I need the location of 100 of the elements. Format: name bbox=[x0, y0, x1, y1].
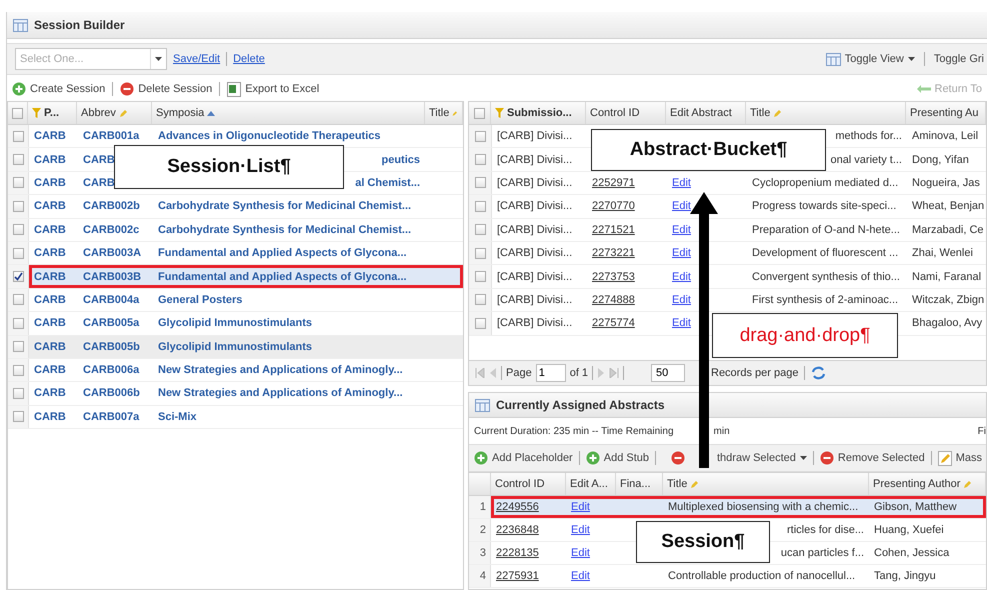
row-checkbox[interactable] bbox=[12, 341, 24, 352]
row-checkbox[interactable] bbox=[474, 271, 486, 282]
edit-link[interactable]: Edit bbox=[571, 547, 590, 559]
control-id-link[interactable]: 2271521 bbox=[592, 224, 635, 236]
column-header[interactable]: Edit Abstract bbox=[666, 102, 746, 124]
session-select[interactable]: Select One... bbox=[16, 49, 150, 69]
first-page-icon[interactable] bbox=[475, 368, 485, 378]
toolbar-button[interactable]: Export to Excel bbox=[224, 80, 322, 98]
author-cell: Nogueira, Jas bbox=[912, 176, 980, 189]
program-cell: CARB bbox=[34, 270, 66, 283]
row-checkbox[interactable] bbox=[12, 248, 24, 259]
table-row[interactable]: 2249556 Edit Multiplexed biosensing with a chemic... Gibson, Matthew bbox=[491, 496, 986, 518]
row-checkbox[interactable] bbox=[12, 130, 24, 142]
submission-cell: [CARB] Divisi... bbox=[497, 130, 572, 142]
action-link[interactable]: Save/Edit bbox=[173, 53, 220, 65]
table-row[interactable]: CARB CARB006a New Strategies and Applications of Aminogly... bbox=[29, 358, 463, 382]
edit-link[interactable]: Edit bbox=[672, 247, 691, 260]
column-header[interactable]: Control ID bbox=[586, 102, 666, 124]
column-header[interactable]: Fina... bbox=[616, 473, 663, 495]
edit-link[interactable]: Edit bbox=[672, 270, 691, 283]
control-id-link[interactable]: 2273221 bbox=[592, 247, 635, 260]
edit-link[interactable]: Edit bbox=[672, 200, 691, 212]
table-row[interactable]: CARB CARB006b New Strategies and Applications of Aminogly... bbox=[29, 382, 463, 405]
table-row[interactable]: CARB CARB007a Sci-Mix bbox=[29, 406, 463, 428]
row-checkbox[interactable] bbox=[12, 294, 24, 306]
toolbar-button[interactable]: thdraw Selected bbox=[668, 449, 810, 467]
edit-link[interactable]: Edit bbox=[672, 317, 691, 330]
refresh-icon[interactable] bbox=[811, 366, 826, 380]
row-checkbox[interactable] bbox=[474, 294, 486, 306]
header-checkbox[interactable] bbox=[12, 108, 23, 118]
row-checkbox[interactable] bbox=[474, 200, 486, 212]
row-checkbox[interactable] bbox=[474, 130, 486, 142]
column-header[interactable]: Edit A... bbox=[566, 473, 616, 495]
column-header[interactable]: Title bbox=[663, 473, 869, 495]
control-id-link[interactable]: 2270770 bbox=[592, 200, 635, 212]
table-row[interactable]: CARB CARB002b Carbohydrate Synthesis for Medicinal Chemist... bbox=[29, 195, 463, 218]
column-header[interactable]: P... bbox=[28, 102, 77, 124]
edit-link[interactable]: Edit bbox=[571, 501, 590, 513]
last-page-icon[interactable] bbox=[609, 368, 620, 378]
toggle-button[interactable]: Toggle View bbox=[822, 50, 918, 68]
author-cell: Wheat, Benjan bbox=[912, 200, 984, 212]
table-row[interactable]: CARB CARB001a Advances in Oligonucleotide Therapeutics bbox=[29, 125, 463, 148]
column-header[interactable]: Presenting Au bbox=[906, 102, 986, 124]
table-row[interactable]: CARB CARB005a Glycolipid Immunostimulants bbox=[29, 312, 463, 335]
control-id-link[interactable]: 2249556 bbox=[496, 501, 539, 513]
table-row[interactable]: CARB CARB003B Fundamental and Applied Aspects of Glycona... bbox=[29, 265, 463, 288]
column-header[interactable]: Presenting Author bbox=[869, 473, 986, 495]
action-link[interactable]: Delete bbox=[233, 53, 265, 65]
column-header[interactable]: Abbrev bbox=[77, 102, 152, 124]
control-id-link[interactable]: 2273753 bbox=[592, 270, 635, 283]
previous-page-icon[interactable] bbox=[489, 368, 497, 378]
table-row[interactable]: CARB CARB004a General Posters bbox=[29, 288, 463, 312]
toolbar-button[interactable]: Add Placeholder bbox=[471, 449, 576, 467]
column-header[interactable]: Symposia bbox=[152, 102, 425, 124]
column-header[interactable]: Submissio... bbox=[491, 102, 586, 124]
toolbar-button[interactable]: Mass bbox=[934, 448, 985, 468]
toolbar-button[interactable]: Add Stub bbox=[582, 449, 652, 467]
table-row[interactable]: 2275931 Edit Controllable production of nanocellul... Tang, Jingyu bbox=[491, 565, 986, 587]
row-checkbox[interactable] bbox=[474, 248, 486, 259]
row-checkbox[interactable] bbox=[474, 177, 486, 188]
control-id-link[interactable]: 2228135 bbox=[496, 547, 539, 559]
column-header[interactable]: Control ID bbox=[491, 473, 566, 495]
edit-link[interactable]: Edit bbox=[571, 524, 590, 536]
header-checkbox[interactable] bbox=[474, 108, 485, 118]
row-checkbox[interactable] bbox=[12, 411, 24, 422]
edit-link[interactable]: Edit bbox=[672, 224, 691, 236]
toolbar-button[interactable]: Remove Selected bbox=[816, 449, 928, 467]
control-id-link[interactable]: 2274888 bbox=[592, 294, 635, 306]
control-id-link[interactable]: 2275931 bbox=[496, 570, 539, 582]
toolbar-button[interactable]: Create Session bbox=[9, 80, 108, 98]
toggle-button[interactable]: Toggle Gri bbox=[930, 51, 987, 67]
page-size-field[interactable]: 50 bbox=[651, 364, 685, 382]
submission-cell: [CARB] Divisi... bbox=[497, 200, 572, 212]
column-header[interactable]: Title bbox=[746, 102, 906, 124]
row-checkbox[interactable] bbox=[12, 200, 24, 212]
row-checkbox[interactable] bbox=[12, 177, 24, 188]
page-field[interactable]: 1 bbox=[536, 364, 566, 382]
row-checkbox[interactable] bbox=[474, 224, 486, 236]
edit-link[interactable]: Edit bbox=[672, 294, 691, 306]
control-id-link[interactable]: 2236848 bbox=[496, 524, 539, 536]
table-row[interactable]: CARB CARB002c Carbohydrate Synthesis for Medicinal Chemist... bbox=[29, 218, 463, 241]
row-checkbox[interactable] bbox=[12, 388, 24, 399]
edit-link[interactable]: Edit bbox=[571, 570, 590, 582]
table-row[interactable]: CARB CARB003A Fundamental and Applied Aspects of Glycona... bbox=[29, 242, 463, 264]
row-checkbox[interactable] bbox=[474, 154, 486, 166]
row-checkbox[interactable] bbox=[12, 271, 24, 282]
row-checkbox[interactable] bbox=[12, 154, 24, 166]
row-checkbox[interactable] bbox=[12, 364, 24, 376]
control-id-link[interactable]: 2252971 bbox=[592, 176, 635, 189]
abbrev-cell: CARB002c bbox=[83, 224, 140, 236]
session-select-field[interactable]: Select One... bbox=[15, 48, 167, 70]
row-checkbox[interactable] bbox=[474, 318, 486, 329]
next-page-icon[interactable] bbox=[597, 368, 606, 378]
row-checkbox[interactable] bbox=[12, 224, 24, 236]
toolbar-button[interactable]: Delete Session bbox=[117, 80, 216, 98]
edit-link[interactable]: Edit bbox=[672, 176, 691, 189]
table-row[interactable]: CARB CARB005b Glycolipid Immunostimulants bbox=[29, 336, 463, 358]
row-checkbox[interactable] bbox=[12, 318, 24, 329]
column-header[interactable]: Title bbox=[425, 102, 463, 124]
control-id-link[interactable]: 2275774 bbox=[592, 317, 635, 330]
